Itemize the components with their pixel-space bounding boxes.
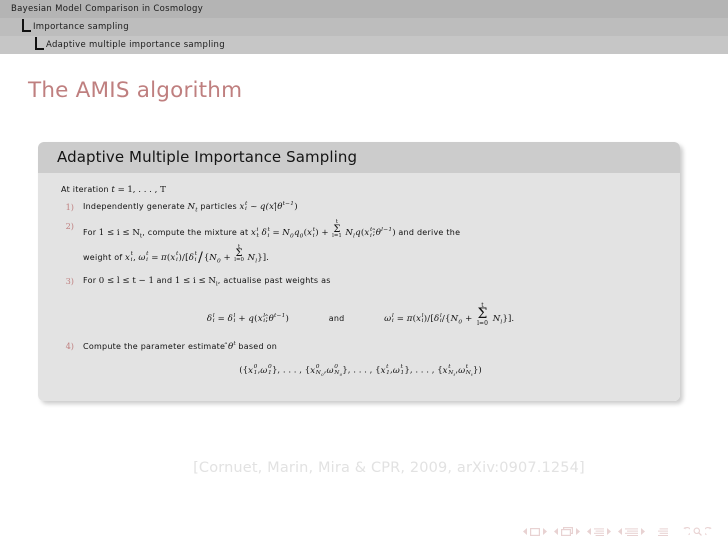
section-navigation-group[interactable] [618, 527, 645, 536]
subsection-navigation-group[interactable] [587, 527, 611, 536]
browser-navigation-group[interactable] [681, 527, 714, 536]
headline-title-label: Bayesian Model Comparison in Cosmology [11, 4, 204, 14]
algorithm-step-2: 2) For 1 ≤ i ≤ Nt, compute the mixture a… [57, 220, 664, 268]
eq-conjunction: and [328, 314, 345, 324]
step-3-range-b: 1 ≤ i ≤ Nl [174, 276, 218, 289]
amis-block-wrapper: Adaptive Multiple Importance Sampling At… [38, 142, 680, 401]
block-body: At iteration t = 1, . . . , T 1) Indepen… [38, 173, 680, 401]
beamer-navigation-symbols [523, 527, 714, 536]
step-3-text-b: and [156, 276, 173, 286]
citation-reference: [Cornuet, Marin, Mira & CPR, 2009, arXiv… [193, 460, 585, 476]
headline-bar-section[interactable]: Importance sampling [0, 18, 728, 36]
step-2-weight-omega: ωti [138, 251, 149, 264]
step-1-text-b: particles [200, 202, 237, 211]
step-3-range-a: 0 ≤ l ≤ t − 1 [98, 276, 154, 287]
step-2-number: 2) [65, 220, 74, 231]
intro-text: At iteration [61, 185, 109, 194]
forward-icon[interactable] [705, 527, 714, 536]
headline-section-label: Importance sampling [33, 22, 129, 32]
prev-slide-arrow[interactable] [523, 528, 528, 535]
prev-subsection-arrow[interactable] [587, 528, 592, 535]
prev-section-arrow[interactable] [618, 528, 623, 535]
section-icon[interactable] [625, 527, 638, 536]
step-2-weight-equals: = [151, 252, 159, 263]
next-subsection-arrow[interactable] [606, 528, 611, 535]
step-2-math-x: xit [250, 227, 260, 239]
step-4-number: 4) [65, 341, 74, 352]
eq-omega-rhs: π(x l i)/[δ l i/{N0 [406, 312, 463, 326]
step-3-text-a: For [83, 276, 97, 286]
step-4-body: Compute the parameter estimate ̂θt based… [83, 341, 664, 353]
step-4-text-a: Compute the parameter estimate [83, 341, 226, 351]
sample-set-equation: ({x 0 1 ,ω 0 1}, . . . , {x 0 N0 ,ω 0 N0}, . . . ,… [239, 364, 482, 378]
step-2-weight-rhs: π(x t i)/[δ t i [160, 251, 198, 264]
algorithm-step-1: 1) Independently generate Nt particles x… [57, 200, 664, 214]
eq-q-term: q(x l i ;̂θt−1) [248, 312, 290, 325]
amis-block: Adaptive Multiple Importance Sampling At… [38, 142, 680, 401]
frame-navigation-group[interactable] [554, 527, 580, 536]
slide-icon[interactable] [530, 527, 540, 536]
step-2-text-c: and derive the [398, 228, 461, 238]
tree-elbow-icon [22, 18, 32, 33]
summation-icon: t Σl=0 [234, 243, 244, 264]
step-1-relation: ~ [250, 202, 258, 212]
step-1-proposal: q(x| [259, 202, 278, 212]
step-4-text-b: based on [238, 341, 278, 351]
eq-delta-lhs: δli [206, 312, 215, 325]
beamer-headline: Bayesian Model Comparison in Cosmology I… [0, 0, 728, 54]
summation-icon: t Σl=0 [477, 301, 488, 327]
headline-bar-title[interactable]: Bayesian Model Comparison in Cosmology [0, 0, 728, 18]
step-1-body: Independently generate Nt particles xti … [83, 200, 664, 214]
next-frame-arrow[interactable] [575, 528, 580, 535]
frame-title: The AMIS algorithm [28, 78, 243, 103]
eq-omega-lhs: ωli [384, 312, 394, 325]
step-1-number: 1) [65, 201, 74, 212]
prev-frame-arrow[interactable] [554, 528, 559, 535]
intro-values: 1, . . . , T [127, 185, 166, 195]
step-3-body: For 0 ≤ l ≤ t − 1 and 1 ≤ i ≤ Nl, actual… [83, 275, 664, 289]
iteration-intro-line: At iteration t = 1, . . . , T [61, 185, 664, 195]
doc-icon[interactable] [658, 527, 668, 536]
next-slide-arrow[interactable] [542, 528, 547, 535]
step-1-theta: ̂θt−1 [277, 201, 295, 212]
step-2-weight-line: weight of xti, ωti = π(x t i)/[δ t i/{N0 + t… [83, 243, 269, 267]
step-2-body: For 1 ≤ i ≤ Nt, compute the mixture at x… [83, 220, 664, 268]
step-2-equals: = [272, 228, 280, 239]
update-equation: δli = δli + q(x l i ;̂θt−1) and ωli = π(x l i… [206, 301, 515, 327]
step-2-weight-x: xti [125, 251, 134, 264]
step-1-math-N: Nt [187, 202, 198, 214]
algorithm-step-4: 4) Compute the parameter estimate ̂θt ba… [57, 341, 664, 353]
slide-navigation-group[interactable] [523, 527, 547, 536]
frame-icon[interactable] [561, 527, 573, 536]
step-1-close-paren: ) [294, 202, 298, 212]
intro-equals: = [117, 185, 125, 195]
step-2-plus: + [321, 228, 329, 239]
step-2-mixture: N0q0(x t i) [282, 227, 319, 241]
eq-delta-rhs: δli [227, 312, 236, 325]
step-4-theta: ̂θt [227, 340, 236, 352]
tree-elbow-icon [35, 36, 45, 51]
algorithm-step-3: 3) For 0 ≤ l ≤ t − 1 and 1 ≤ i ≤ Nl, act… [57, 275, 664, 289]
step-3-text-c: , actualise past weights as [217, 276, 331, 286]
step-1-math-x: xti [239, 200, 248, 213]
step-2-cont-text: weight of [83, 252, 123, 262]
step-2-term: Nlq(x t i ;̂θl−1) [345, 227, 396, 241]
step-2-text-b: , compute the mixture at [142, 228, 249, 238]
back-icon[interactable] [681, 527, 690, 536]
headline-bar-subsection[interactable]: Adaptive multiple importance sampling [0, 36, 728, 54]
headline-subsection-label: Adaptive multiple importance sampling [46, 40, 225, 50]
step-2-text-a: For [83, 228, 97, 238]
block-title: Adaptive Multiple Importance Sampling [38, 142, 680, 173]
next-section-arrow[interactable] [640, 528, 645, 535]
intro-math-t: t [111, 185, 116, 195]
summation-icon: t Σl=1 [332, 219, 342, 239]
search-icon[interactable] [693, 527, 702, 536]
step-1-text-a: Independently generate [83, 202, 185, 211]
step-2-math-delta: δti [261, 227, 270, 239]
step-3-number: 3) [65, 275, 74, 286]
subsection-icon[interactable] [594, 527, 604, 536]
step-2-range: 1 ≤ i ≤ Nt [98, 228, 143, 241]
